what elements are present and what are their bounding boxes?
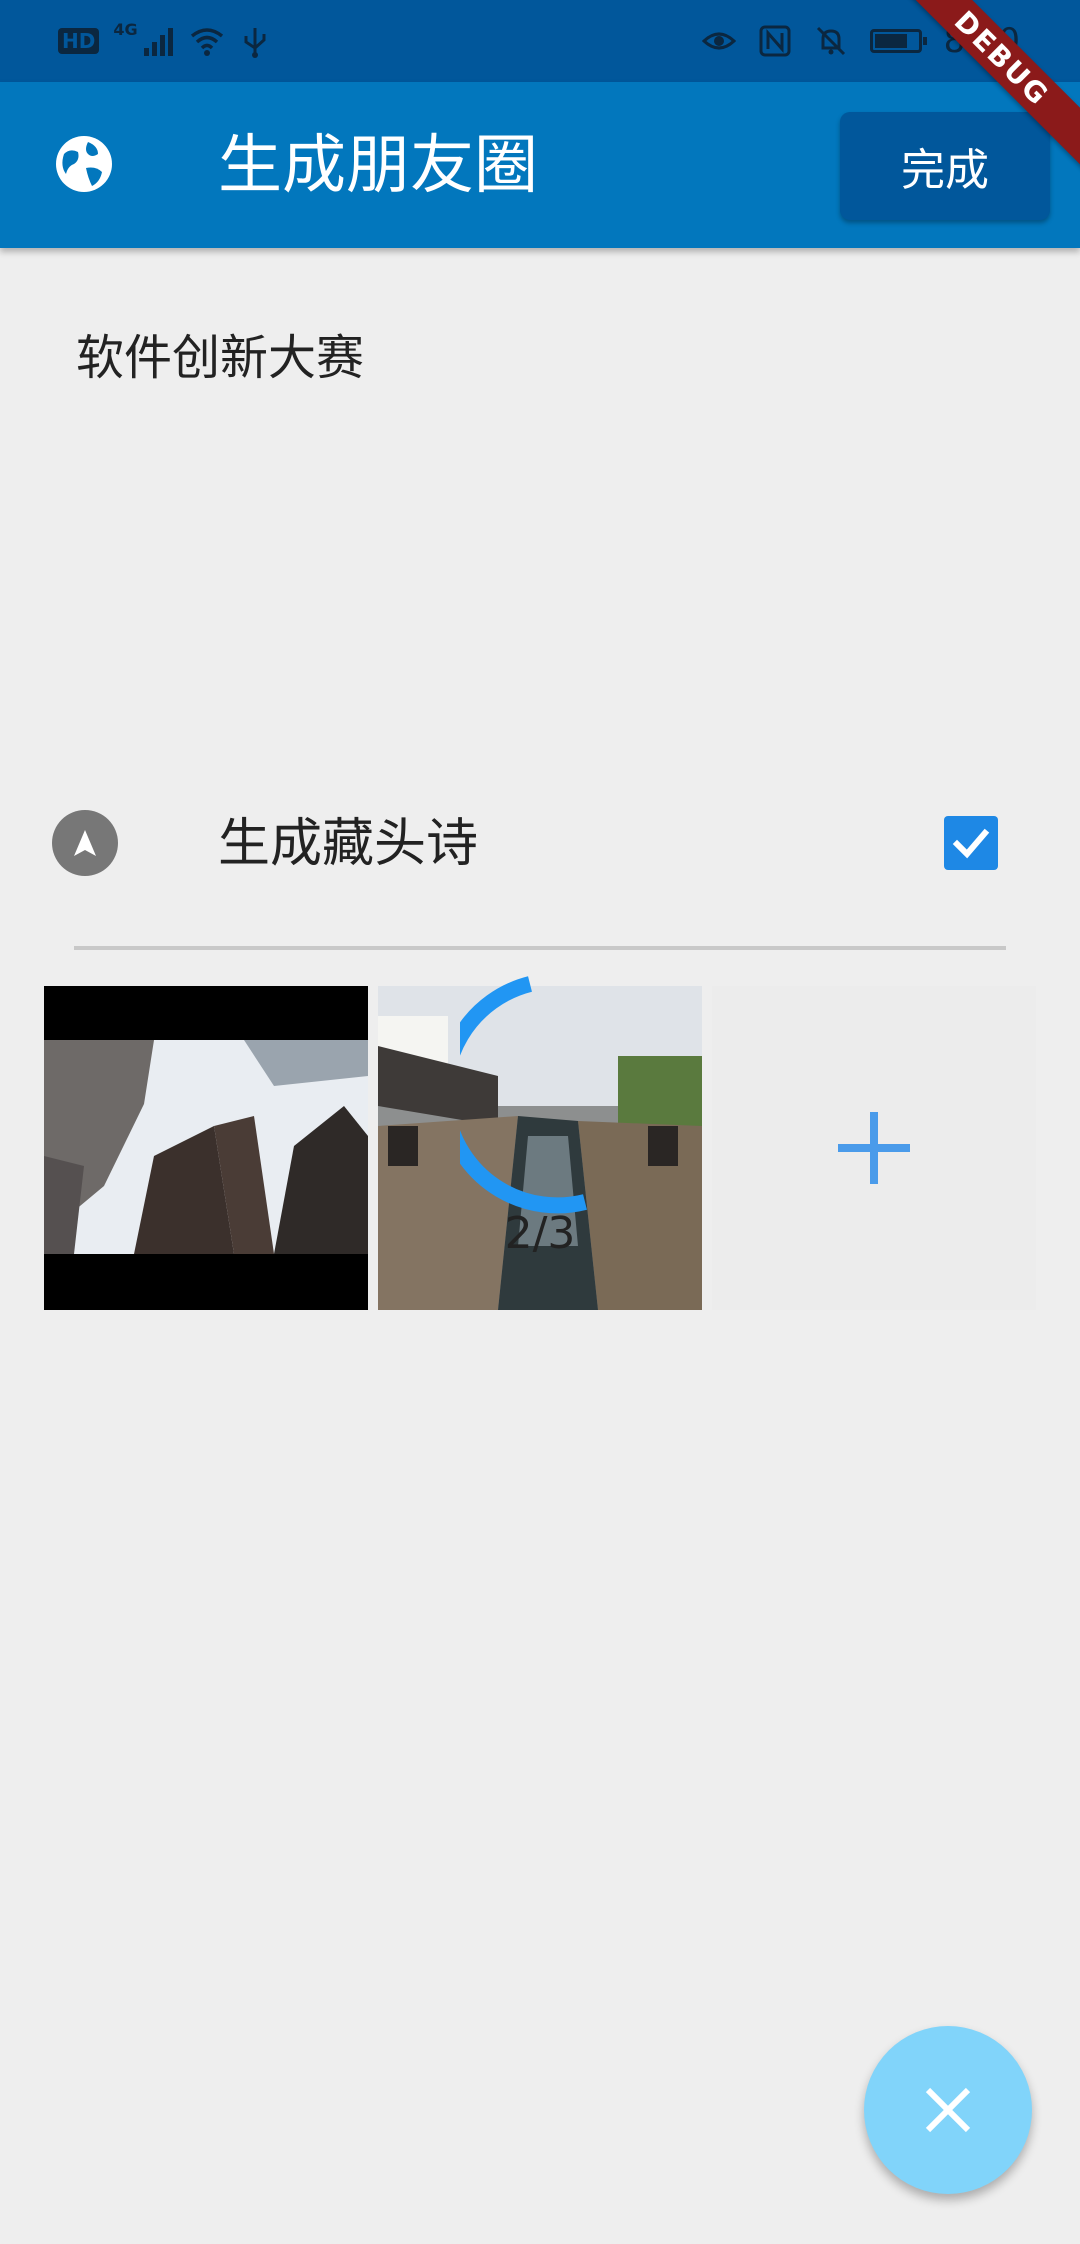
check-icon <box>952 828 990 859</box>
add-photo-button[interactable] <box>712 986 1036 1310</box>
acrostic-option-row[interactable]: 生成藏头诗 <box>0 800 1080 890</box>
eye-icon <box>701 32 736 50</box>
nfc-icon <box>759 25 791 57</box>
navigation-icon <box>52 810 118 876</box>
status-left: HD 4G <box>58 0 272 82</box>
network-type: 4G <box>113 20 138 39</box>
acrostic-checkbox[interactable] <box>944 816 998 870</box>
divider <box>74 946 1006 950</box>
usb-icon <box>244 28 266 58</box>
done-button[interactable]: 完成 <box>840 112 1050 220</box>
post-text[interactable]: 软件创新大赛 <box>76 318 364 388</box>
hd-badge: HD <box>58 28 100 54</box>
plus-icon <box>838 1112 910 1184</box>
wifi-icon <box>190 28 223 56</box>
photo-counter: 2/3 <box>504 1208 576 1259</box>
app-bar: 生成朋友圈 完成 <box>0 82 1080 248</box>
buildings-photo[interactable] <box>44 986 368 1310</box>
loading-spinner <box>460 976 587 1214</box>
close-icon <box>925 2087 971 2133</box>
close-fab[interactable] <box>864 2026 1032 2194</box>
status-bar: HD 4G <box>0 0 1080 82</box>
page-title: 生成朋友圈 <box>218 129 538 203</box>
battery-icon <box>869 29 927 53</box>
acrostic-option-label: 生成藏头诗 <box>218 814 479 874</box>
globe-icon[interactable] <box>54 134 114 194</box>
bell-off-icon <box>816 26 845 56</box>
signal-icon <box>143 28 173 56</box>
